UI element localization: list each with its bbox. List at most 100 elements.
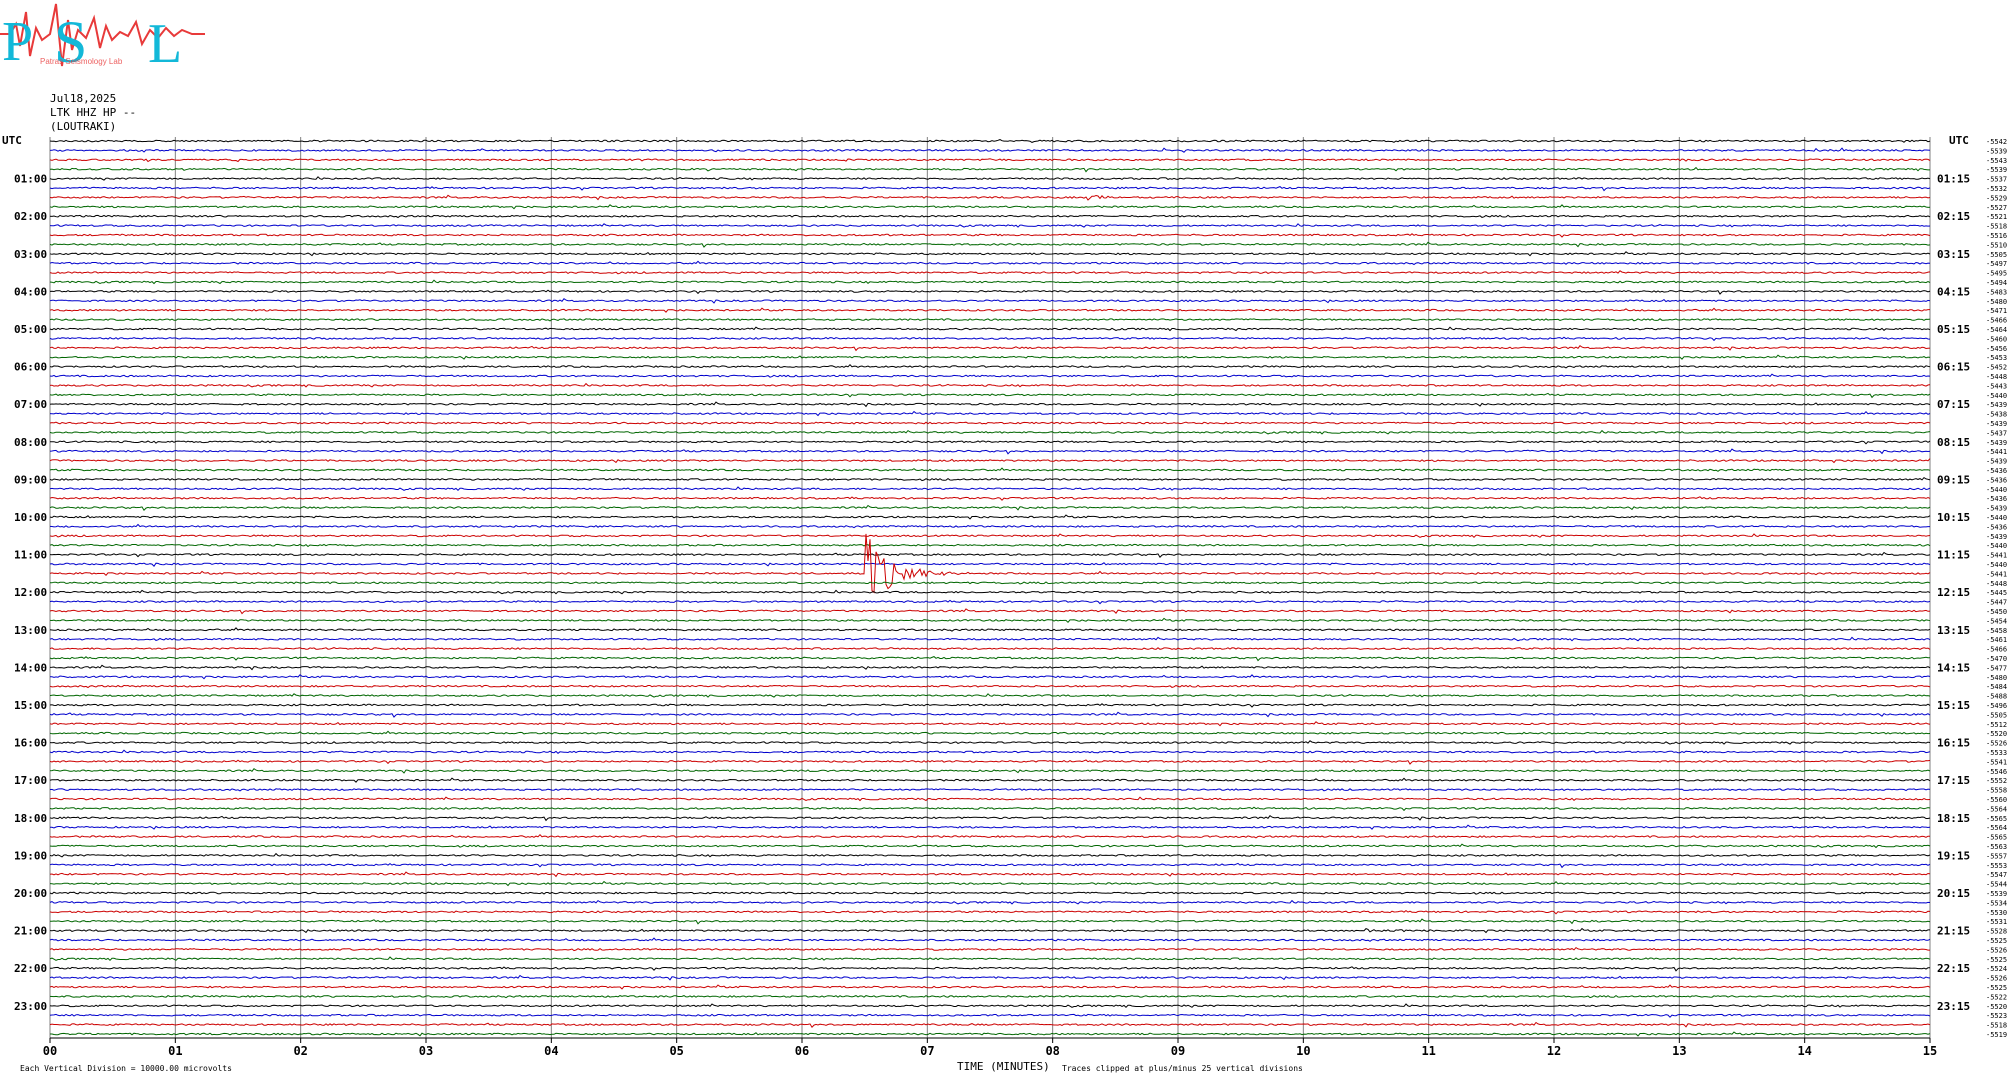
right-offset-label: -5521: [1986, 213, 2007, 221]
trace-line-18: [49, 307, 1930, 313]
left-time-label: 17:00: [14, 774, 47, 787]
trace-line-72: [49, 815, 1931, 822]
left-time-label: 11:00: [14, 549, 47, 562]
trace-line-48: [49, 589, 1931, 595]
trace-line-29: [49, 410, 1931, 417]
right-offset-label: -5441: [1986, 448, 2007, 456]
right-offset-label: -5525: [1986, 956, 2007, 964]
trace-line-69: [49, 788, 1931, 792]
trace-line-70: [49, 796, 1931, 802]
right-time-label: 16:15: [1937, 737, 1970, 750]
trace-line-47: [50, 581, 1931, 585]
trace-line-94: [49, 1021, 1931, 1029]
trace-line-78: [49, 871, 1931, 878]
trace-layer: [49, 139, 1931, 1037]
trace-line-37: [49, 486, 1931, 491]
right-time-label: 03:15: [1937, 248, 1970, 261]
right-time-label: 05:15: [1937, 323, 1970, 336]
x-tick-label: 10: [1296, 1044, 1310, 1058]
right-offset-label: -5448: [1986, 580, 2007, 588]
trace-line-86: [49, 946, 1930, 952]
right-offset-label: -5530: [1986, 909, 2007, 917]
x-tick-label: 14: [1797, 1044, 1811, 1058]
right-offset-label: -5436: [1986, 495, 2007, 503]
left-time-label: 08:00: [14, 436, 47, 449]
right-offset-label: -5448: [1986, 373, 2007, 381]
trace-line-33: [49, 448, 1931, 455]
trace-line-8: [49, 214, 1931, 219]
left-time-label: 03:00: [14, 248, 47, 261]
trace-line-87: [49, 956, 1931, 961]
trace-line-43: [49, 543, 1931, 548]
left-time-label: 23:00: [14, 1000, 47, 1013]
trace-line-35: [49, 467, 1931, 472]
left-time-label: 12:00: [14, 586, 47, 599]
right-offset-label: -5456: [1986, 345, 2007, 353]
right-offset-label: -5436: [1986, 467, 2007, 475]
x-tick-label: 11: [1421, 1044, 1435, 1058]
right-offset-label: -5445: [1986, 589, 2007, 597]
right-offset-label: -5532: [1986, 185, 2007, 193]
x-tick-label: 03: [419, 1044, 433, 1058]
trace-line-89: [49, 974, 1931, 981]
trace-line-45: [49, 562, 1931, 567]
right-offset-label: -5496: [1986, 702, 2007, 710]
left-time-label: 05:00: [14, 323, 47, 336]
right-offset-label: -5520: [1986, 730, 2007, 738]
right-offset-label: -5495: [1986, 270, 2007, 278]
right-time-label: 14:15: [1937, 661, 1970, 674]
right-offset-label: -5447: [1986, 599, 2007, 607]
left-time-label: 18:00: [14, 812, 47, 825]
right-offset-label: -5553: [1986, 862, 2007, 870]
right-time-label: 08:15: [1937, 436, 1970, 449]
right-time-label: 13:15: [1937, 624, 1970, 637]
right-offset-label: -5524: [1986, 965, 2007, 973]
left-time-label: 01:00: [14, 173, 47, 186]
right-offset-label: -5563: [1986, 843, 2007, 851]
x-tick-label: 07: [920, 1044, 934, 1058]
trace-line-19: [49, 318, 1931, 322]
trace-line-0: [49, 139, 1931, 143]
trace-line-31: [49, 429, 1931, 435]
trace-line-80: [49, 891, 1931, 895]
right-offset-label: -5542: [1986, 138, 2007, 146]
trace-line-10: [49, 233, 1931, 238]
right-offset-label: -5564: [1986, 805, 2007, 813]
right-offset-label: -5543: [1986, 157, 2007, 165]
left-time-label: 14:00: [14, 661, 47, 674]
right-offset-label: -5440: [1986, 542, 2007, 550]
right-time-label: 02:15: [1937, 210, 1970, 223]
trace-line-20: [49, 326, 1931, 332]
trace-line-62: [49, 721, 1931, 727]
left-utc-label: UTC: [2, 134, 22, 147]
right-offset-label: -5441: [1986, 570, 2007, 578]
trace-line-30: [49, 421, 1931, 425]
right-offset-label: -5565: [1986, 815, 2007, 823]
right-offset-label: -5439: [1986, 401, 2007, 409]
right-time-label: 20:15: [1937, 887, 1970, 900]
trace-line-58: [49, 684, 1931, 689]
right-offset-label: -5533: [1986, 749, 2007, 757]
right-offset-label: -5541: [1986, 758, 2007, 766]
right-offset-label: -5516: [1986, 232, 2007, 240]
trace-line-38: [49, 496, 1931, 501]
right-offset-label: -5523: [1986, 1012, 2007, 1020]
trace-line-2: [49, 158, 1931, 163]
right-time-label: 22:15: [1937, 962, 1970, 975]
trace-line-63: [49, 730, 1931, 736]
trace-line-50: [49, 608, 1931, 615]
x-tick-label: 13: [1672, 1044, 1686, 1058]
right-offset-label: -5539: [1986, 166, 2007, 174]
right-offset-label: -5471: [1986, 307, 2007, 315]
trace-line-74: [49, 833, 1931, 839]
right-offset-label: -5494: [1986, 279, 2007, 287]
trace-line-67: [49, 768, 1931, 774]
left-time-label: 20:00: [14, 887, 47, 900]
x-axis-title: TIME (MINUTES): [957, 1060, 1050, 1073]
left-time-label: 02:00: [14, 210, 47, 223]
footer-clip-note: Traces clipped at plus/minus 25 vertical…: [1062, 1064, 1303, 1073]
x-tick-label: 09: [1171, 1044, 1185, 1058]
trace-line-41: [49, 523, 1930, 529]
right-offset-label: -5539: [1986, 890, 2007, 898]
right-offset-label: -5546: [1986, 768, 2007, 776]
